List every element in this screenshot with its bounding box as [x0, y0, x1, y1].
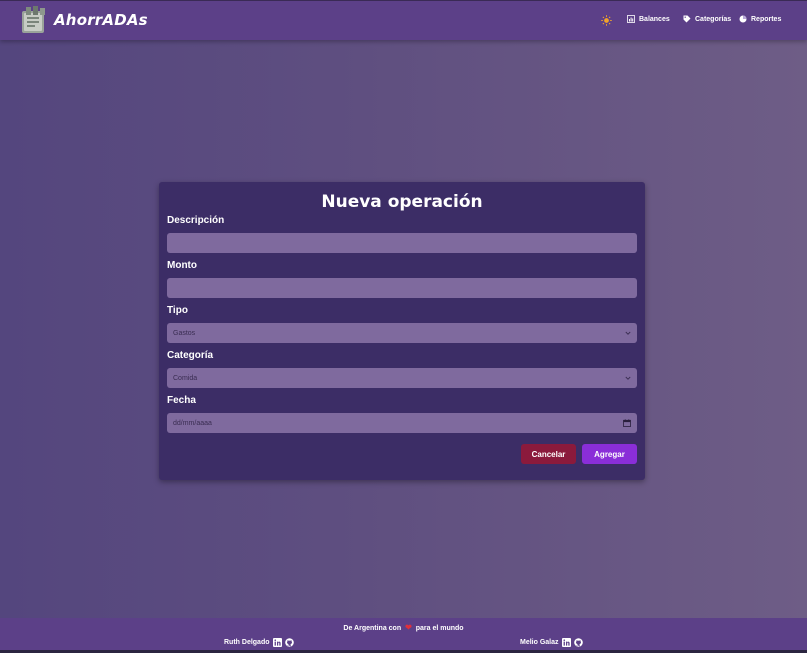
add-button[interactable]: Agregar	[582, 444, 637, 464]
tagline-before: De Argentina con	[343, 625, 402, 632]
date-input[interactable]: dd/mm/aaaa	[167, 413, 637, 433]
category-selected-value: Comida	[173, 374, 198, 382]
nav-label: Balances	[639, 15, 670, 23]
nav-item-balances[interactable]: Balances	[627, 15, 670, 23]
logo-icon[interactable]	[20, 5, 48, 35]
chevron-down-icon	[625, 331, 631, 335]
linkedin-icon[interactable]	[561, 638, 571, 647]
description-label: Descripción	[167, 215, 225, 226]
cancel-button[interactable]: Cancelar	[521, 444, 576, 464]
github-icon[interactable]	[284, 638, 294, 647]
author-name: Melio Galaz	[520, 639, 559, 646]
footer: De Argentina con ❤ para el mundo Ruth De…	[0, 618, 807, 653]
heart-icon: ❤	[405, 623, 412, 632]
author-ruth: Ruth Delgado	[224, 638, 294, 647]
date-label: Fecha	[167, 395, 196, 406]
chevron-down-icon	[625, 376, 631, 380]
calendar-icon[interactable]	[623, 419, 631, 427]
author-name: Ruth Delgado	[224, 639, 270, 646]
nav-label: Reportes	[751, 15, 782, 23]
amount-input[interactable]	[167, 278, 637, 298]
author-melio: Melio Galaz	[520, 638, 583, 647]
date-placeholder: dd/mm/aaaa	[173, 419, 212, 427]
amount-label: Monto	[167, 260, 197, 271]
tag-icon	[683, 15, 691, 23]
sun-icon[interactable]	[601, 15, 612, 26]
pie-chart-icon	[739, 15, 747, 23]
linkedin-icon[interactable]	[272, 638, 282, 647]
nav-item-reportes[interactable]: Reportes	[739, 15, 781, 23]
type-select[interactable]: Gastos	[167, 323, 637, 343]
new-operation-card: Nueva operación Descripción Monto Tipo G…	[159, 182, 645, 480]
top-navbar: AhorrADAs Balances Categorías Reportes	[0, 0, 807, 40]
category-label: Categoría	[167, 350, 214, 361]
github-icon[interactable]	[573, 638, 583, 647]
type-selected-value: Gastos	[173, 329, 196, 337]
description-input[interactable]	[167, 233, 637, 253]
brand-title[interactable]: AhorrADAs	[54, 11, 148, 29]
card-title: Nueva operación	[321, 192, 483, 212]
nav-item-categorias[interactable]: Categorías	[683, 15, 731, 23]
tagline-after: para el mundo	[415, 625, 464, 632]
chart-icon	[627, 15, 635, 23]
type-label: Tipo	[167, 305, 188, 316]
nav-label: Categorías	[695, 15, 732, 23]
footer-tagline: De Argentina con ❤ para el mundo	[0, 623, 807, 632]
category-select[interactable]: Comida	[167, 368, 637, 388]
